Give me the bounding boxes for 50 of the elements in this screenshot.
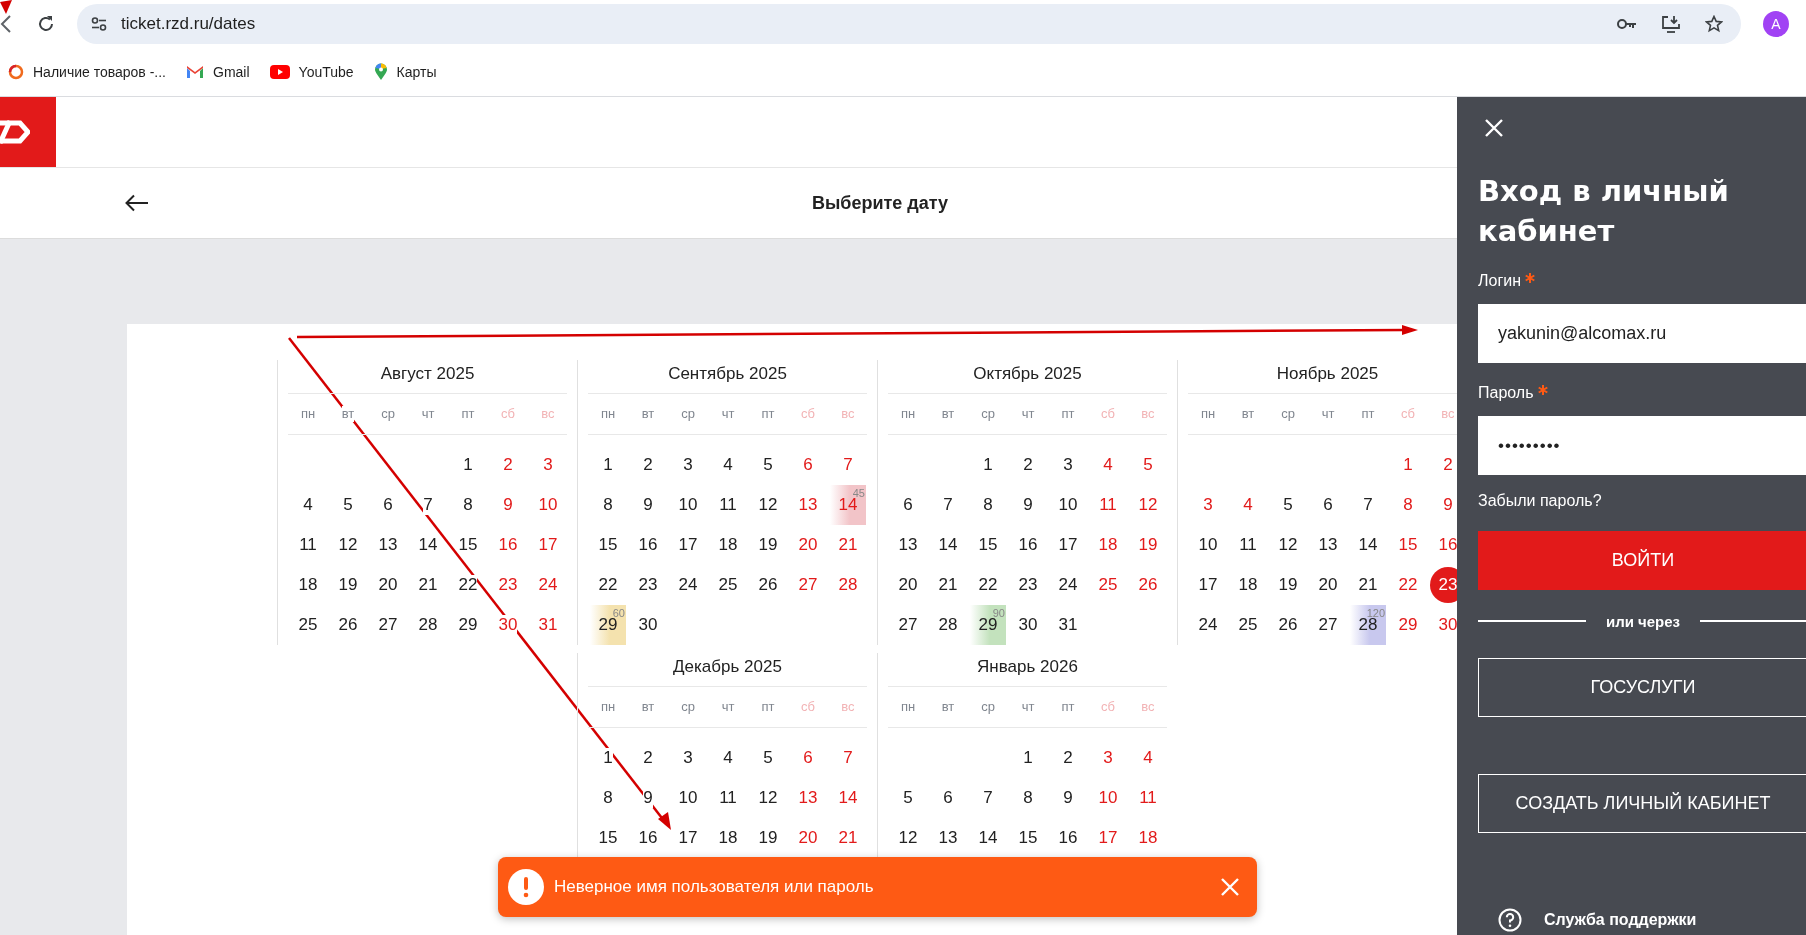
page-title: Выберите дату xyxy=(811,192,949,214)
bookmark-link[interactable]: YouTube xyxy=(269,64,354,80)
register-button[interactable]: СОЗДАТЬ ЛИЧНЫЙ КАБИНЕТ xyxy=(1478,774,1806,833)
day-count: 120 xyxy=(1366,608,1385,619)
back-icon[interactable] xyxy=(0,15,12,33)
day-count: 60 xyxy=(612,608,625,619)
month-title: Сентябрь 2025 xyxy=(588,360,867,394)
reload-icon[interactable] xyxy=(37,15,55,33)
alert-icon xyxy=(508,869,544,905)
month-title: Август 2025 xyxy=(288,360,567,394)
url-text: ticket.rzd.ru/dates xyxy=(121,14,256,34)
calendar-day[interactable]: 7 xyxy=(423,495,433,515)
ring-icon xyxy=(8,64,24,80)
close-icon[interactable] xyxy=(1484,118,1504,138)
support-link[interactable]: Служба поддержки xyxy=(1498,908,1697,932)
calendar-day[interactable]: 30 xyxy=(498,615,518,635)
login-field[interactable]: yakunin@alcomax.ru xyxy=(1478,304,1806,363)
video-icon xyxy=(269,65,290,79)
map-pin-icon xyxy=(373,63,388,81)
field-label: Логин xyxy=(1478,272,1521,290)
day-count: 45 xyxy=(852,488,865,499)
address-bar[interactable]: ticket.rzd.ru/dates xyxy=(77,4,1741,44)
panel-title: Вход в личный кабинет xyxy=(1478,173,1730,250)
calendar-day[interactable]: 9 xyxy=(643,788,653,808)
bookmark-link[interactable]: Gmail xyxy=(186,64,250,80)
cursor-icon xyxy=(0,0,12,14)
month-title: Январь 2026 xyxy=(888,653,1167,687)
key-icon[interactable] xyxy=(1617,18,1637,30)
field-label: Пароль xyxy=(1478,384,1534,402)
forgot-password-link[interactable]: Забыли пароль? xyxy=(1478,492,1602,510)
divider-text: или через xyxy=(1605,612,1681,630)
gosuslugi-button[interactable]: ГОСУСЛУГИ xyxy=(1478,658,1806,717)
help-icon xyxy=(1498,908,1522,932)
day-count: 90 xyxy=(992,608,1005,619)
toast-message: Неверное имя пользователя или пароль xyxy=(554,877,875,897)
logo-icon[interactable] xyxy=(0,97,56,167)
mail-icon xyxy=(186,65,204,79)
month-title: Октябрь 2025 xyxy=(888,360,1167,394)
bookmark-link[interactable]: Наличие товаров -... xyxy=(8,64,166,80)
month-title: Декабрь 2025 xyxy=(588,653,867,687)
login-button[interactable]: ВОЙТИ xyxy=(1478,531,1806,590)
weekday-label: вт xyxy=(341,406,355,422)
calendar-day[interactable]: 28 120 xyxy=(1350,605,1386,645)
bookmark-link[interactable]: Карты xyxy=(373,63,437,81)
profile-avatar[interactable]: A xyxy=(1763,11,1789,37)
star-icon[interactable] xyxy=(1705,15,1723,33)
back-arrow-icon[interactable] xyxy=(125,194,149,212)
install-icon[interactable] xyxy=(1661,15,1681,33)
password-field[interactable]: ••••••••• xyxy=(1478,416,1806,475)
site-settings-icon[interactable] xyxy=(91,17,107,31)
